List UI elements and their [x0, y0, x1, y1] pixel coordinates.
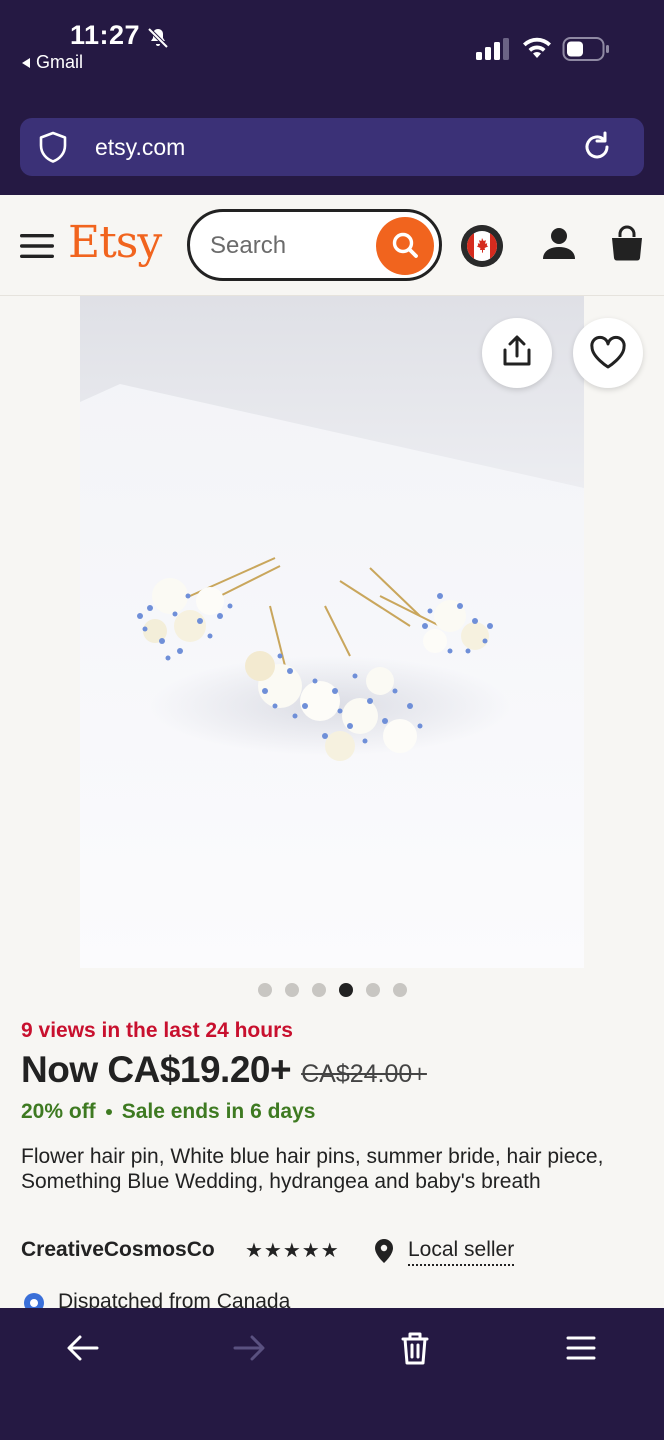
search-input[interactable] [210, 230, 370, 262]
forward-button[interactable] [229, 1328, 269, 1368]
canada-flag-icon[interactable] [461, 225, 503, 267]
rating-stars[interactable]: ★★★★★ [245, 1238, 340, 1263]
dispatch-text: Dispatched from Canada [58, 1290, 291, 1308]
etsy-logo[interactable]: Etsy [68, 217, 162, 268]
cellular-signal-icon [476, 38, 509, 60]
share-button[interactable] [482, 318, 552, 388]
shopping-bag-icon[interactable] [608, 225, 646, 263]
status-time: 11:27 [70, 20, 141, 50]
sale-price: Now CA$19.20+ [21, 1049, 292, 1090]
discount-label: 20% off [21, 1100, 96, 1123]
browser-toolbar [0, 1308, 664, 1440]
heart-icon [590, 335, 626, 369]
wifi-icon [523, 37, 551, 58]
search-icon [392, 232, 418, 258]
browser-address-area: etsy.com [0, 100, 664, 195]
product-title: Flower hair pin, White blue hair pins, s… [21, 1145, 604, 1193]
menu-button[interactable] [561, 1328, 601, 1368]
search-box [187, 209, 442, 281]
location-dot-icon [24, 1293, 44, 1308]
hamburger-menu-icon[interactable] [20, 233, 54, 259]
carousel-dot[interactable] [284, 983, 299, 997]
hair-pins-photo [80, 296, 584, 968]
back-to-app-link[interactable]: Gmail [22, 52, 83, 73]
dispatch-row: Dispatched from Canada [21, 1288, 641, 1308]
views-count: 9 views in the last 24 hours [21, 1019, 293, 1042]
carousel-dot-active[interactable] [338, 983, 353, 997]
arrow-right-icon [233, 1335, 265, 1361]
carousel-dot[interactable] [311, 983, 326, 997]
url-text[interactable]: etsy.com [95, 134, 185, 161]
original-price: CA$24.00+ [301, 1060, 427, 1088]
sale-info: 20% off Sale ends in 6 days [21, 1100, 315, 1124]
trash-icon [401, 1332, 429, 1365]
bell-off-icon [147, 27, 169, 49]
battery-icon [562, 37, 609, 61]
address-bar[interactable]: etsy.com [20, 118, 644, 176]
back-triangle-icon [22, 57, 30, 68]
carousel-dot[interactable] [392, 983, 407, 997]
location-pin-icon [375, 1239, 393, 1263]
shield-icon[interactable] [36, 130, 70, 164]
image-carousel-dots [0, 983, 664, 997]
back-app-label: Gmail [36, 52, 84, 72]
separator-dot [105, 1109, 112, 1115]
search-button[interactable] [376, 217, 434, 275]
sale-ends-label: Sale ends in 6 days [121, 1100, 316, 1123]
site-header: Etsy [0, 195, 664, 296]
local-seller-link[interactable]: Local seller [408, 1238, 515, 1266]
shop-row: CreativeCosmosCo ★★★★★ Local seller [21, 1237, 641, 1267]
favorite-button[interactable] [573, 318, 643, 388]
reload-icon[interactable] [580, 130, 614, 164]
arrow-left-icon [67, 1335, 99, 1361]
carousel-dot[interactable] [365, 983, 380, 997]
product-image[interactable] [80, 296, 584, 968]
delete-button[interactable] [395, 1328, 435, 1368]
share-icon [503, 335, 531, 366]
menu-lines-icon [566, 1336, 596, 1360]
shop-name-link[interactable]: CreativeCosmosCo [21, 1238, 215, 1262]
carousel-dot[interactable] [257, 983, 272, 997]
account-icon[interactable] [540, 225, 578, 263]
back-button[interactable] [63, 1328, 103, 1368]
status-bar: 11:27 Gmail [0, 0, 664, 100]
price-row: Now CA$19.20+ CA$24.00+ [21, 1049, 427, 1095]
